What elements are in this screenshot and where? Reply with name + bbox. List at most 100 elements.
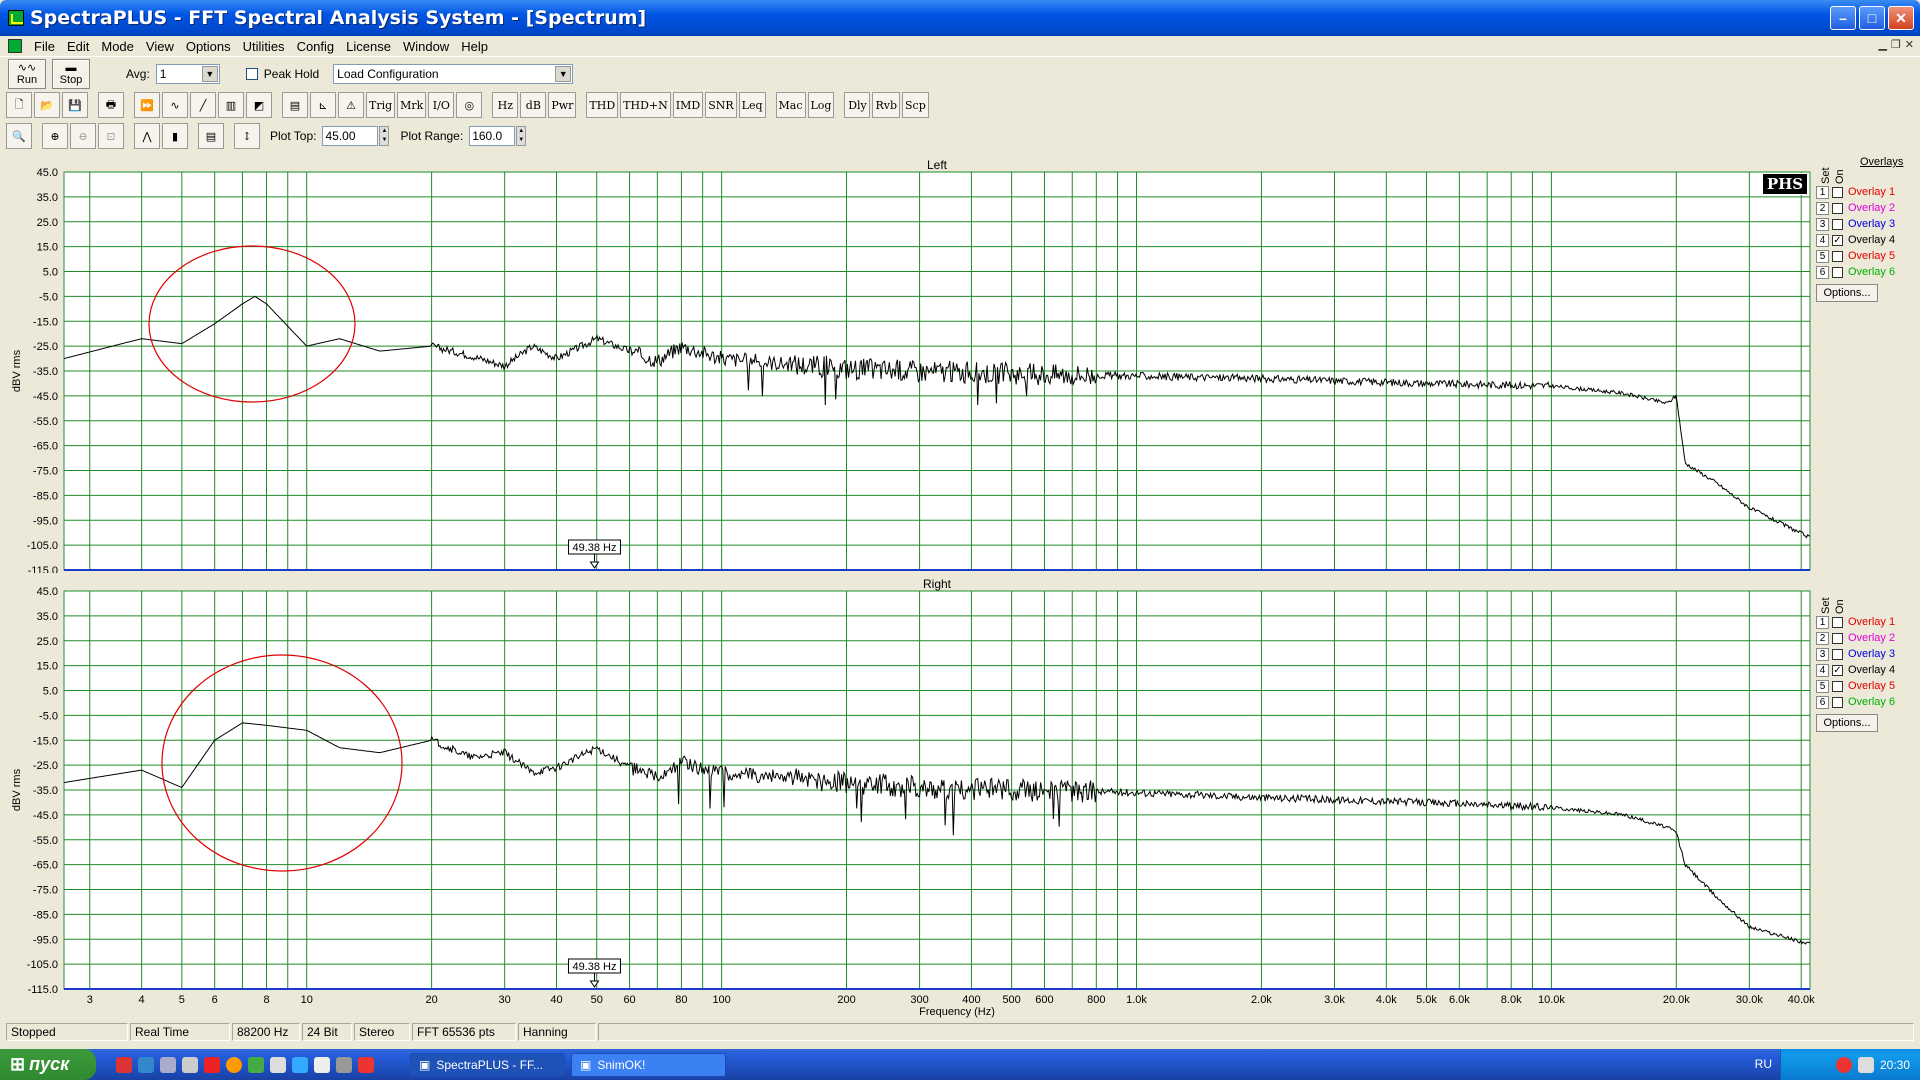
dly-button[interactable]: Dly [844,92,871,118]
menu-license[interactable]: License [340,39,397,54]
overlay-checkbox[interactable]: ✓ [1832,664,1843,676]
autoscale-icon[interactable]: ↕ [234,123,260,149]
taskbar-item-spectraplus[interactable]: ▣ SpectraPLUS - FF... [410,1052,565,1077]
mac-button[interactable]: Mac [775,92,806,118]
io-button[interactable]: I/O [428,92,455,118]
db-button[interactable]: dB [520,92,547,118]
overlay-row[interactable]: 5 Overlay 5 [1816,678,1916,694]
run-button[interactable]: ∿∿ Run [8,58,46,89]
overlay-row[interactable]: 1 Overlay 1 [1816,614,1916,630]
octave-bars-icon[interactable]: ▮ [162,123,188,149]
spectrogram-icon[interactable]: ▥ [218,92,244,118]
trig-button[interactable]: Trig [366,92,396,118]
overlay-row[interactable]: 5 Overlay 5 [1816,248,1916,264]
zoom-full-icon[interactable]: ⊡ [98,123,124,149]
peak-hold-checkbox[interactable] [245,67,258,80]
zoom-out-icon[interactable]: ⊖ [70,123,96,149]
menu-window[interactable]: Window [397,39,455,54]
overlay-checkbox[interactable] [1832,632,1843,644]
skype-icon[interactable] [292,1056,308,1073]
log-button[interactable]: Log [807,92,835,118]
generator-icon[interactable]: ⚠ [338,92,364,118]
menu-file[interactable]: File [28,39,61,54]
scp-button[interactable]: Scp [902,92,929,118]
print-icon[interactable]: 🖶 [98,92,124,118]
config-select[interactable]: Load Configuration ▼ [333,63,574,84]
plot-range-input[interactable]: 160.0 ▲ ▼ [469,126,527,146]
antivirus-icon[interactable] [1835,1056,1852,1073]
overlay-row[interactable]: 2 Overlay 2 [1816,630,1916,646]
open-icon[interactable]: 📂 [34,92,60,118]
overlay-checkbox[interactable] [1832,186,1843,198]
taskbar-item-snimok[interactable]: ▣ SnimOK! [571,1052,726,1077]
overlay-checkbox[interactable]: ✓ [1832,234,1843,246]
maximize-button[interactable]: □ [1859,6,1885,30]
overlay-checkbox[interactable] [1832,696,1843,708]
menu-edit[interactable]: Edit [61,39,95,54]
app-icon-gray[interactable] [270,1056,286,1073]
menu-view[interactable]: View [140,39,180,54]
overlay-checkbox[interactable] [1832,218,1843,230]
plot-properties-icon[interactable]: ▤ [198,123,224,149]
right-spectrum-plot[interactable]: Right 45.0 35.0 25.0 15.0 5.0 -5.0 -15.0 -25.0 -3… [0,572,1920,1042]
overlay-checkbox[interactable] [1832,202,1843,214]
settings-icon[interactable]: ▤ [282,92,308,118]
thd-button[interactable]: THD [586,92,619,118]
overlay-checkbox[interactable] [1832,266,1843,278]
mrk-button[interactable]: Mrk [397,92,427,118]
mdi-close-button[interactable]: ✕ [1905,38,1914,51]
cd-icon[interactable] [336,1056,352,1073]
thdn-button[interactable]: THD+N [620,92,671,118]
mdi-restore-button[interactable]: ❐ [1891,38,1901,51]
overlay-row[interactable]: 4 ✓ Overlay 4 [1816,662,1916,678]
save-icon[interactable]: 💾 [62,92,88,118]
overlay-row[interactable]: 3 Overlay 3 [1816,646,1916,662]
overlay-row[interactable]: 6 Overlay 6 [1816,694,1916,710]
menu-utilities[interactable]: Utilities [237,39,291,54]
app-icon-green[interactable] [248,1056,264,1073]
app-icon-white[interactable] [314,1056,330,1073]
leq-button[interactable]: Leq [738,92,766,118]
overlay-row[interactable]: 1 Overlay 1 [1816,184,1916,200]
close-button[interactable]: ✕ [1888,6,1914,30]
filezilla-icon[interactable] [204,1056,220,1073]
menu-help[interactable]: Help [455,39,494,54]
network-icon[interactable] [1857,1056,1874,1073]
overlay-row[interactable]: 3 Overlay 3 [1816,216,1916,232]
rvb-button[interactable]: Rvb [872,92,901,118]
document-icon[interactable] [8,39,22,53]
overlay-options-button[interactable]: Options... [1816,714,1878,732]
menu-mode[interactable]: Mode [95,39,140,54]
ie-icon[interactable] [138,1056,154,1073]
pwr-button[interactable]: Pwr [548,92,577,118]
spectrum-mode-icon[interactable]: ∿ [162,92,188,118]
start-button[interactable]: ⊞ пуск [0,1049,96,1080]
peak-icon[interactable]: ⋀ [134,123,160,149]
overlay-checkbox[interactable] [1832,616,1843,628]
signal-generator-icon[interactable]: ◎ [456,92,483,118]
overlay-row[interactable]: 6 Overlay 6 [1816,264,1916,280]
snr-button[interactable]: SNR [705,92,737,118]
media-icon[interactable] [160,1056,176,1073]
overlay-checkbox[interactable] [1832,680,1843,692]
time-series-icon[interactable]: ╱ [190,92,216,118]
overlay-options-button[interactable]: Options... [1816,284,1878,302]
new-icon[interactable]: 🗋 [6,92,32,118]
3d-surface-icon[interactable]: ◩ [246,92,272,118]
overlay-row[interactable]: 4 ✓ Overlay 4 [1816,232,1916,248]
mdi-minimize-button[interactable]: ▁ [1878,38,1886,51]
menu-options[interactable]: Options [180,39,237,54]
plot-top-input[interactable]: 45.00 ▲ ▼ [322,126,390,146]
zoom-icon[interactable]: 🔍 [6,123,32,149]
overlay-checkbox[interactable] [1832,648,1843,660]
quick-launch-icon[interactable] [116,1056,132,1073]
overlay-row[interactable]: 2 Overlay 2 [1816,200,1916,216]
scaling-icon[interactable]: ⊾ [310,92,336,118]
opera-icon[interactable] [358,1056,374,1073]
left-spectrum-plot[interactable]: Left 45.0 35.0 25.0 15.0 5.0 -5.0 -15.0 -25.0 -35… [0,153,1920,573]
firefox-icon[interactable] [226,1056,242,1073]
explorer-icon[interactable] [182,1056,198,1073]
zoom-in-icon[interactable]: ⊕ [42,123,68,149]
imd-button[interactable]: IMD [672,92,704,118]
avg-select[interactable]: 1 ▼ [155,63,220,84]
